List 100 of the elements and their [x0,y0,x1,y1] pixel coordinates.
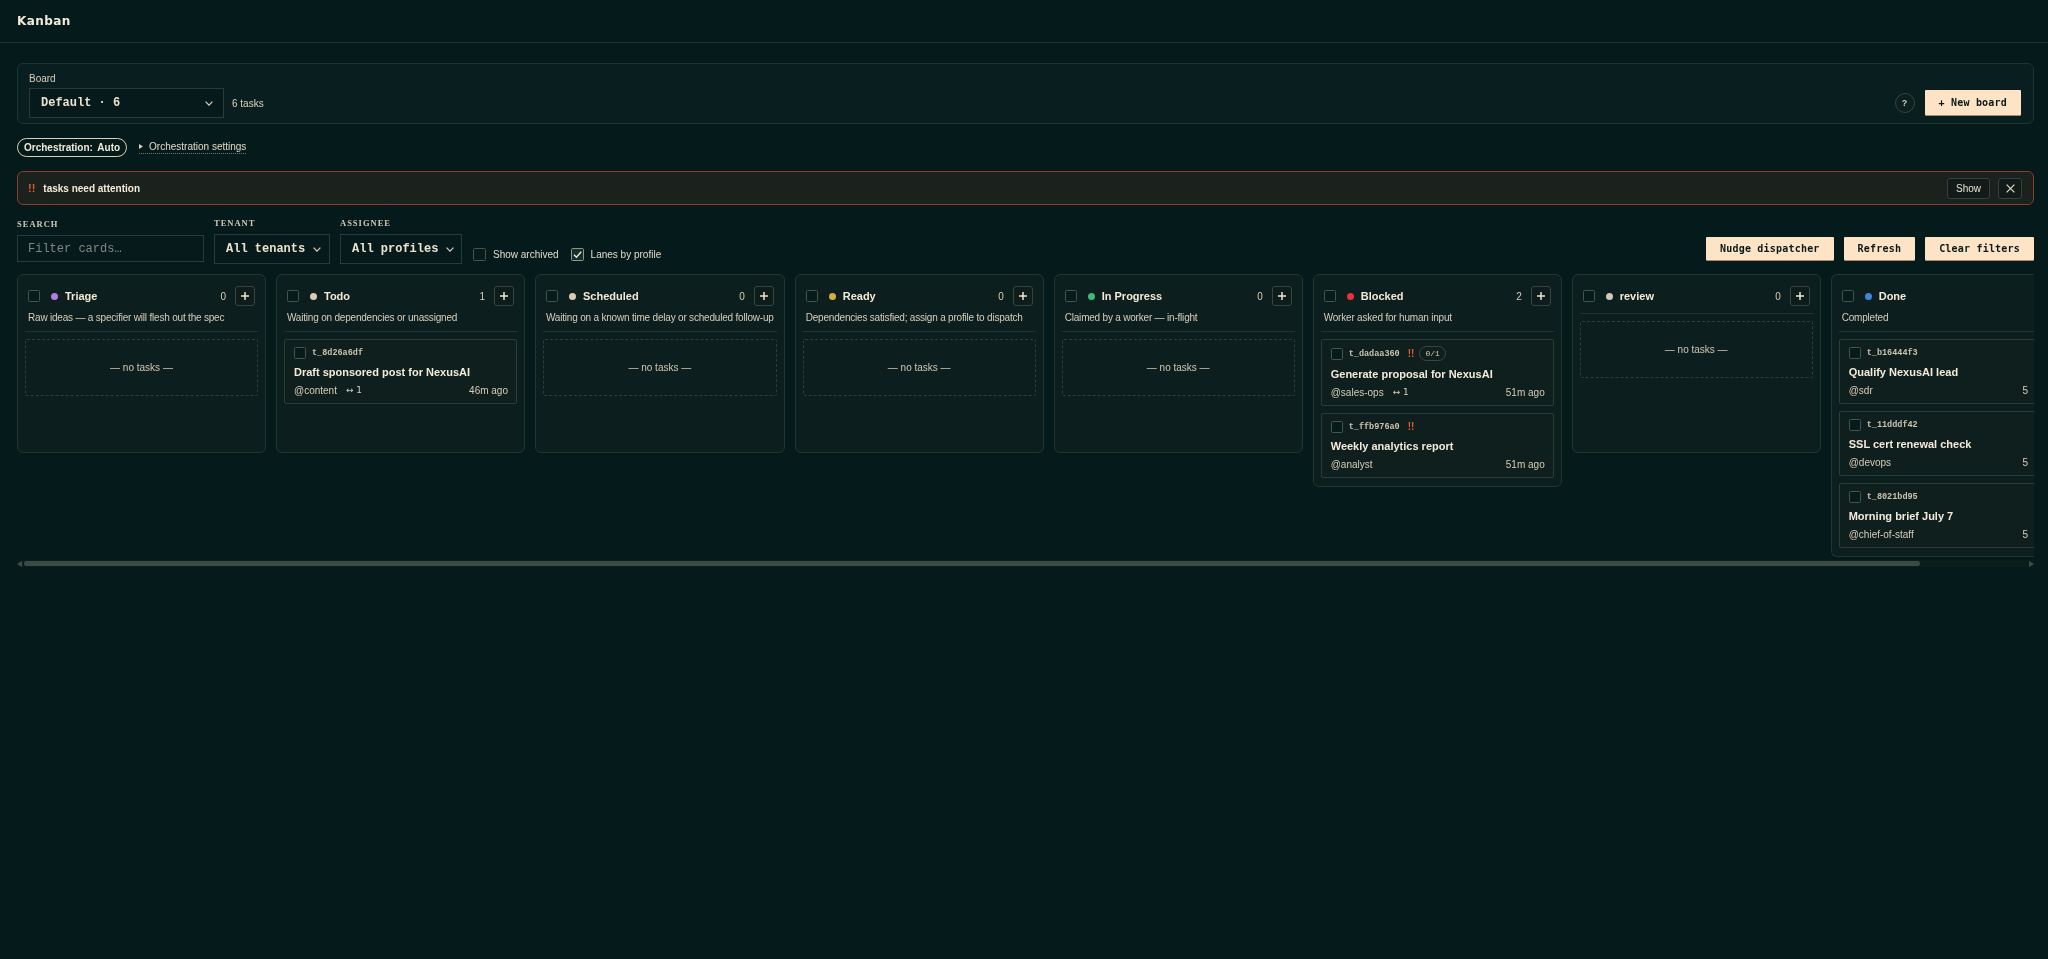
alert-mark: !! [1407,421,1415,432]
card-checkbox[interactable] [1848,346,1861,359]
task-count: 2 [1516,290,1522,302]
plus-icon [1018,292,1027,300]
add-task-button[interactable] [1012,286,1033,306]
add-task-button[interactable] [235,286,255,306]
task-id: t_8021bd95 [1866,491,1918,502]
right-arrow-icon[interactable] [2029,560,2034,567]
add-task-button[interactable] [494,286,514,306]
add-task-button[interactable] [1271,286,1292,306]
task-count: 6 tasks [232,97,264,109]
card-checkbox[interactable] [1330,420,1343,433]
lane-title: Blocked [1360,290,1404,302]
task-card[interactable]: t_dadaa360 !! 0/1 Generate proposal for NexusAI @sales-ops ↔ 1 51m ago [1320,339,1554,406]
checkbox[interactable] [473,248,486,261]
tenant-label: TENANT [214,218,256,229]
task-card[interactable]: t_b16444f3 Qualify NexusAI lead @sdr 5 [1838,339,2034,404]
lane-checkbox[interactable] [28,290,40,302]
card-checkbox[interactable] [1848,490,1861,503]
add-task-button[interactable] [1530,286,1551,306]
task-id: t_11dddf42 [1866,419,1918,430]
add-task-button[interactable] [753,286,774,306]
task-id: t_8d26a6df [312,347,363,358]
task-card[interactable]: t_8021bd95 Morning brief July 7 @chief-of-staff 5 [1838,483,2034,548]
task-title: Draft sponsored post for NexusAI [294,365,472,379]
task-time: 51m ago [1505,458,1545,471]
lane-checkbox[interactable] [287,290,299,302]
lane-checkbox[interactable] [1323,290,1336,302]
lane-title: review [1619,290,1654,302]
plus-icon [1536,292,1545,300]
task-count: 0 [998,290,1004,302]
chevron-down-icon [446,246,455,252]
add-task-button[interactable] [1789,286,1810,306]
scrollbar-thumb[interactable] [24,561,1920,566]
task-time: 46m ago [469,384,508,397]
card-checkbox[interactable] [294,346,306,359]
lane-description: Dependencies satisfied; assign a profile to dispatch [805,311,1024,324]
task-count: 0 [220,290,226,302]
checkbox-label: Lanes by profile [590,249,662,260]
clear-filters-button[interactable]: Clear filters [1925,237,2034,260]
lane-checkbox[interactable] [546,290,558,302]
lane-description: Waiting on a known time delay or scheduled follow-up [546,311,774,324]
show-button[interactable]: Show [1947,177,1990,199]
task-card[interactable]: t_ffb976a0 !! Weekly analytics report @analyst 51m ago [1320,413,1554,478]
chevron-down-icon [205,100,213,106]
checkbox-label: Show archived [493,249,559,260]
board-select[interactable]: Default · 6 [29,88,224,118]
horizontal-scrollbar[interactable] [17,560,2034,567]
task-time: 51m ago [1505,386,1545,399]
task-card[interactable]: t_8d26a6df Draft sponsored post for NexusAI @content ↔ 1 46m ago [284,339,517,404]
refresh-button[interactable]: Refresh [1843,237,1916,260]
task-title: Generate proposal for NexusAI [1330,367,1494,381]
task-id: t_dadaa360 [1348,348,1400,359]
assignee: @content [294,384,337,397]
search-field[interactable]: Filter cards… [17,235,204,262]
empty-lane-text: — no tasks — [887,362,951,373]
nudge-dispatcher-button[interactable]: Nudge dispatcher [1706,237,1834,260]
alert-mark: !! [28,182,36,194]
task-id: t_ffb976a0 [1348,421,1400,432]
new-board-button[interactable]: + New board [1924,90,2021,115]
attention-message: tasks need attention [43,182,141,194]
search-label: SEARCH [17,219,59,230]
assignee: @devops [1848,456,1892,469]
task-title: Morning brief July 7 [1848,509,1955,523]
close-button[interactable] [1998,177,2022,199]
task-id: t_b16444f3 [1866,347,1918,358]
orchestration-settings-toggle[interactable]: Orchestration settings [139,141,247,154]
task-time: 5 [2022,528,2028,541]
link-count: ↔ 1 [1392,386,1409,399]
plus-icon [500,292,508,300]
task-time: 5 [2022,384,2028,397]
help-button[interactable]: ? [1894,92,1915,113]
card-checkbox[interactable] [1848,418,1861,431]
task-count: 0 [1257,290,1263,302]
task-title: Qualify NexusAI lead [1848,365,1960,379]
task-time: 5 [2022,456,2028,469]
plus-icon [241,292,249,300]
left-arrow-icon[interactable] [17,560,22,567]
assignee-select[interactable]: All profiles [340,234,462,264]
plus-icon [1277,292,1286,300]
assignee: @analyst [1330,458,1373,471]
task-count: 0 [1775,290,1781,302]
close-icon [2005,183,2015,193]
task-card[interactable]: t_11dddf42 SSL cert renewal check @devops 5 [1838,411,2034,476]
lane-title: Triage [65,290,98,302]
card-checkbox[interactable] [1330,347,1343,360]
alert-mark: !! [1407,348,1415,359]
empty-lane-text: — no tasks — [110,362,173,373]
lane-checkbox[interactable] [805,290,818,302]
tenant-select[interactable]: All tenants [214,234,330,264]
task-count: 1 [479,290,485,302]
link-count: ↔ 1 [345,384,363,397]
lane-checkbox[interactable] [1582,290,1595,302]
checkbox[interactable] [570,248,584,261]
lane-checkbox[interactable] [1064,290,1077,302]
lane-checkbox[interactable] [1841,290,1854,302]
lane-title: In Progress [1101,290,1163,302]
plus-icon [1795,292,1804,300]
task-count: 0 [739,290,745,302]
lane-description: Raw ideas — a specifier will flesh out the spec [28,311,226,324]
